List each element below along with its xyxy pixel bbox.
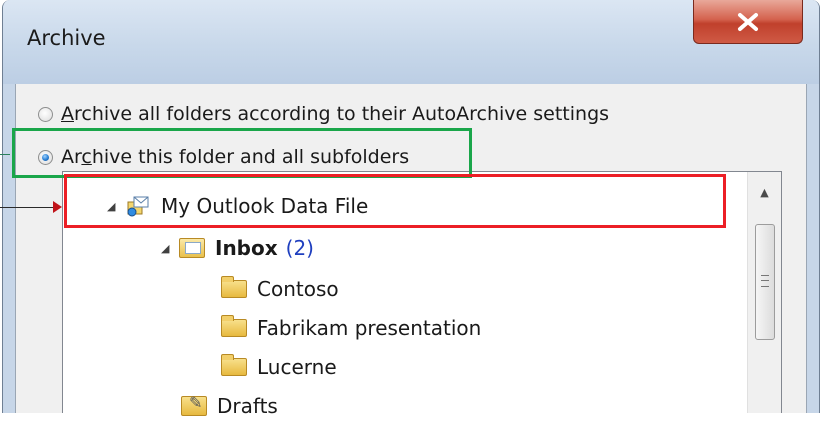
tree-item-label: Lucerne bbox=[257, 355, 337, 379]
tree-item-label: Inbox bbox=[215, 236, 278, 260]
tree-item-inbox[interactable]: ◢ Inbox (2) bbox=[161, 230, 314, 266]
expand-arrow-icon[interactable]: ◢ bbox=[161, 242, 179, 255]
radio-archive-all[interactable] bbox=[38, 106, 53, 122]
tree-item-label: Fabrikam presentation bbox=[257, 316, 482, 340]
radio-archive-all-label: Archive all folders according to their A… bbox=[61, 103, 610, 125]
title-bar: Archive bbox=[3, 0, 819, 84]
grip-icon bbox=[761, 275, 769, 287]
folder-icon bbox=[221, 354, 247, 376]
inbox-icon bbox=[179, 238, 205, 258]
red-pointer-arrow-icon bbox=[53, 201, 62, 213]
tree-item-drafts[interactable]: Drafts bbox=[181, 388, 278, 424]
close-button[interactable] bbox=[693, 0, 803, 44]
unread-count-badge: (2) bbox=[285, 236, 314, 260]
folder-icon bbox=[221, 315, 247, 337]
dialog-title: Archive bbox=[27, 26, 106, 50]
tree-item-lucerne[interactable]: Lucerne bbox=[221, 349, 337, 385]
tree-item-label: Contoso bbox=[257, 277, 339, 301]
scroll-up-arrow-icon[interactable]: ▲ bbox=[748, 186, 781, 199]
scrollbar-thumb[interactable] bbox=[755, 224, 775, 340]
red-highlight-box bbox=[64, 174, 726, 228]
vertical-scrollbar[interactable]: ▲ bbox=[747, 172, 781, 413]
folder-icon bbox=[221, 276, 247, 298]
tree-item-label: Drafts bbox=[217, 394, 278, 418]
tree-item-contoso[interactable]: Contoso bbox=[221, 271, 339, 307]
tree-item-fabrikam[interactable]: Fabrikam presentation bbox=[221, 310, 481, 346]
green-pointer-line bbox=[0, 154, 10, 155]
radio-archive-all-row[interactable]: Archive all folders according to their A… bbox=[38, 100, 609, 128]
close-icon bbox=[738, 12, 758, 31]
drafts-folder-icon bbox=[181, 393, 207, 416]
green-highlight-box bbox=[12, 128, 472, 178]
red-pointer-line bbox=[0, 207, 54, 208]
